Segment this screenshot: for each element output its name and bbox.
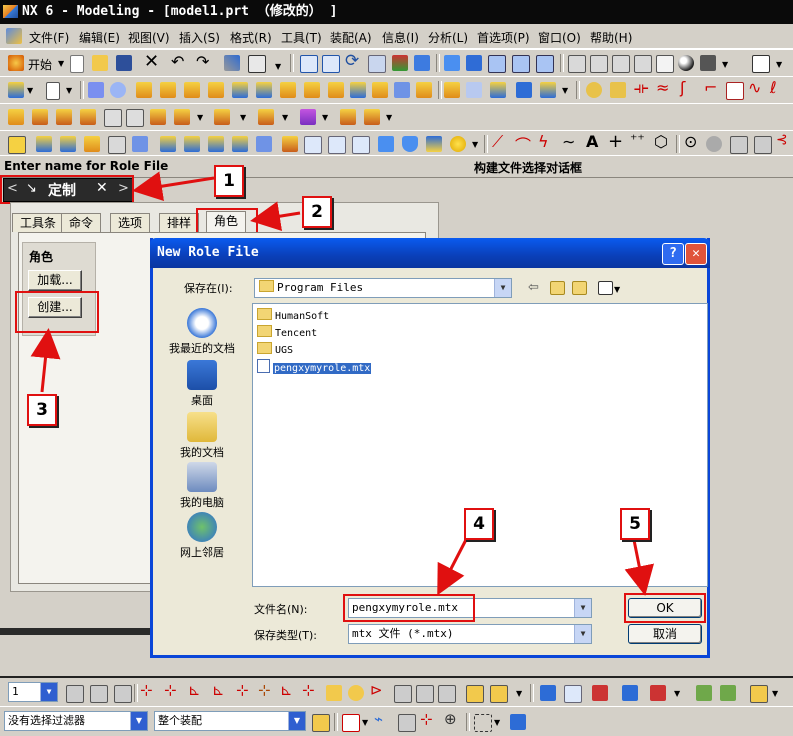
visual-report-icon[interactable] xyxy=(696,685,712,701)
object-display-icon[interactable] xyxy=(326,685,342,701)
toolbar-separator xyxy=(530,684,534,702)
wcs-orient-icon[interactable]: ⊾ xyxy=(212,681,225,699)
hide-icon[interactable] xyxy=(348,685,364,701)
wcs-dynamics-icon[interactable]: ⊹ xyxy=(164,681,177,699)
snap-dropdown-icon[interactable]: ▼ xyxy=(362,718,368,727)
curve-analysis-icon[interactable] xyxy=(592,685,608,701)
rectangle-select-icon[interactable] xyxy=(474,714,492,732)
arrow-5 xyxy=(624,539,655,596)
callout-arrows xyxy=(30,171,655,596)
toolbar-separator xyxy=(334,713,338,731)
show-hide-icon[interactable] xyxy=(438,685,456,703)
chevron-down-icon[interactable]: ▼ xyxy=(288,712,305,730)
snap-point-icon[interactable] xyxy=(342,714,360,732)
copy-to-layer-icon[interactable] xyxy=(114,685,132,703)
measure-angle-icon[interactable] xyxy=(490,685,508,703)
wcs-origin-icon[interactable]: ⊹ xyxy=(140,681,153,699)
wcs-csys-icon[interactable]: ⊹ xyxy=(236,681,249,699)
extras-icon[interactable] xyxy=(750,685,768,703)
callout-4: 4 xyxy=(464,508,494,540)
callout-2: 2 xyxy=(302,196,332,228)
point-on-curve-icon[interactable] xyxy=(622,685,638,701)
arrow-1 xyxy=(132,171,215,202)
measure-distance-icon[interactable] xyxy=(466,685,484,703)
selection-bar: 没有选择过滤器 ▼ 整个装配 ▼ ▼ ⌁ ⊹ ⊕ ▼ xyxy=(0,706,793,736)
wcs-display-icon[interactable]: ⊹ xyxy=(302,681,315,699)
combs-icon[interactable] xyxy=(650,685,666,701)
arrow-2 xyxy=(250,201,301,232)
measure-dropdown-icon[interactable]: ▼ xyxy=(516,689,522,698)
curve-rule-icon[interactable]: ⌁ xyxy=(374,710,383,728)
quick-pick-icon[interactable] xyxy=(510,714,526,730)
show-all-icon[interactable] xyxy=(394,685,412,703)
transform-icon[interactable] xyxy=(540,685,556,701)
arrow-4 xyxy=(437,531,472,596)
snap-grid-icon[interactable] xyxy=(564,685,582,703)
wcs-save-icon[interactable]: ⊾ xyxy=(280,681,293,699)
layer-settings-icon[interactable] xyxy=(66,685,84,703)
bottom-toolbar: 1 ▼ ⊹ ⊹ ⊾ ⊾ ⊹ ⊹ ⊾ ⊹ ⊳ ▼ ▼ ▼ xyxy=(0,676,793,708)
toolbar-separator xyxy=(134,684,138,702)
selection-filter-icon[interactable] xyxy=(312,714,330,732)
face-rule-icon[interactable] xyxy=(398,714,416,732)
intersect-point-icon[interactable]: ⊹ xyxy=(420,710,433,728)
layer-select[interactable]: 1 ▼ xyxy=(8,682,58,702)
type-filter-select[interactable]: 没有选择过滤器 ▼ xyxy=(4,711,148,731)
show-icon[interactable]: ⊳ xyxy=(370,681,383,699)
layer-value: 1 xyxy=(12,685,19,698)
callout-3: 3 xyxy=(27,394,57,426)
report-icon[interactable] xyxy=(720,685,736,701)
extras-dropdown-icon[interactable]: ▼ xyxy=(772,689,778,698)
analysis-more-dropdown-icon[interactable]: ▼ xyxy=(674,689,680,698)
stop-at-intersection-icon[interactable]: ⊕ xyxy=(444,710,457,728)
wcs-set-icon[interactable]: ⊹ xyxy=(258,681,271,699)
chevron-down-icon[interactable]: ▼ xyxy=(40,683,57,701)
type-filter-value: 没有选择过滤器 xyxy=(8,714,85,727)
chevron-down-icon[interactable]: ▼ xyxy=(130,712,147,730)
arrow-3 xyxy=(30,328,61,393)
callout-1: 1 xyxy=(214,165,244,197)
invert-show-icon[interactable] xyxy=(416,685,434,703)
selection-scope-select[interactable]: 整个装配 ▼ xyxy=(154,711,306,731)
toolbar-separator xyxy=(466,713,470,731)
move-to-layer-icon[interactable] xyxy=(90,685,108,703)
rectangle-select-dropdown-icon[interactable]: ▼ xyxy=(494,718,500,727)
callout-5: 5 xyxy=(620,508,650,540)
wcs-rotate-icon[interactable]: ⊾ xyxy=(188,681,201,699)
selection-scope-value: 整个装配 xyxy=(158,714,202,727)
